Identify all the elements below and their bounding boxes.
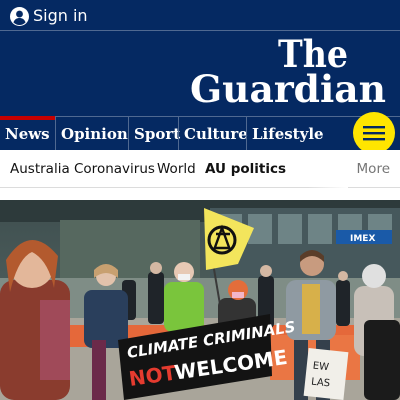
- pillar-accent: [0, 116, 55, 120]
- sub-nav: Australia Coronavirus World AU politics …: [0, 150, 400, 188]
- guardian-logo[interactable]: The Guardian: [190, 36, 390, 106]
- masthead: Sign in The Guardian: [0, 0, 400, 116]
- spacer: [0, 189, 400, 200]
- sign-in-label: Sign in: [33, 6, 88, 25]
- pillar-culture[interactable]: Culture: [178, 117, 248, 151]
- menu-button[interactable]: [353, 112, 395, 154]
- hero-image[interactable]: IMEX CLIMATE CRIMINALS NOT WELCOME EW LA…: [0, 200, 400, 400]
- pillar-nav: News Opinion Sport Culture Lifestyle: [0, 116, 400, 151]
- pillar-opinion[interactable]: Opinion: [55, 117, 128, 151]
- subnav-item-world[interactable]: World: [157, 150, 196, 188]
- subnav-item-australia[interactable]: Australia: [10, 150, 70, 188]
- header-divider: [0, 30, 400, 31]
- subnav-fade: [308, 150, 348, 188]
- sign-in-link[interactable]: Sign in: [10, 5, 88, 27]
- pillar-lifestyle[interactable]: Lifestyle: [246, 117, 346, 151]
- pillar-label: Opinion: [61, 125, 128, 143]
- pillar-label: Lifestyle: [252, 125, 324, 143]
- subnav-item-au-politics[interactable]: AU politics: [205, 150, 286, 188]
- hamburger-menu-icon: [363, 126, 385, 141]
- user-circle-icon: [10, 6, 29, 26]
- building-sign: IMEX: [350, 234, 375, 244]
- subnav-item-coronavirus[interactable]: Coronavirus: [74, 150, 155, 188]
- pillar-news[interactable]: News: [0, 116, 55, 151]
- svg-text:EW: EW: [312, 361, 329, 374]
- pillar-label: Culture: [184, 125, 248, 143]
- svg-text:LAS: LAS: [311, 377, 331, 390]
- subnav-more-link[interactable]: More: [357, 150, 390, 188]
- logo-guardian: Guardian: [190, 67, 386, 106]
- protest-photo: IMEX CLIMATE CRIMINALS NOT WELCOME EW LA…: [0, 200, 400, 400]
- pillar-label: News: [5, 125, 50, 143]
- pillar-label: Sport: [134, 125, 181, 143]
- pillar-sport[interactable]: Sport: [128, 117, 181, 151]
